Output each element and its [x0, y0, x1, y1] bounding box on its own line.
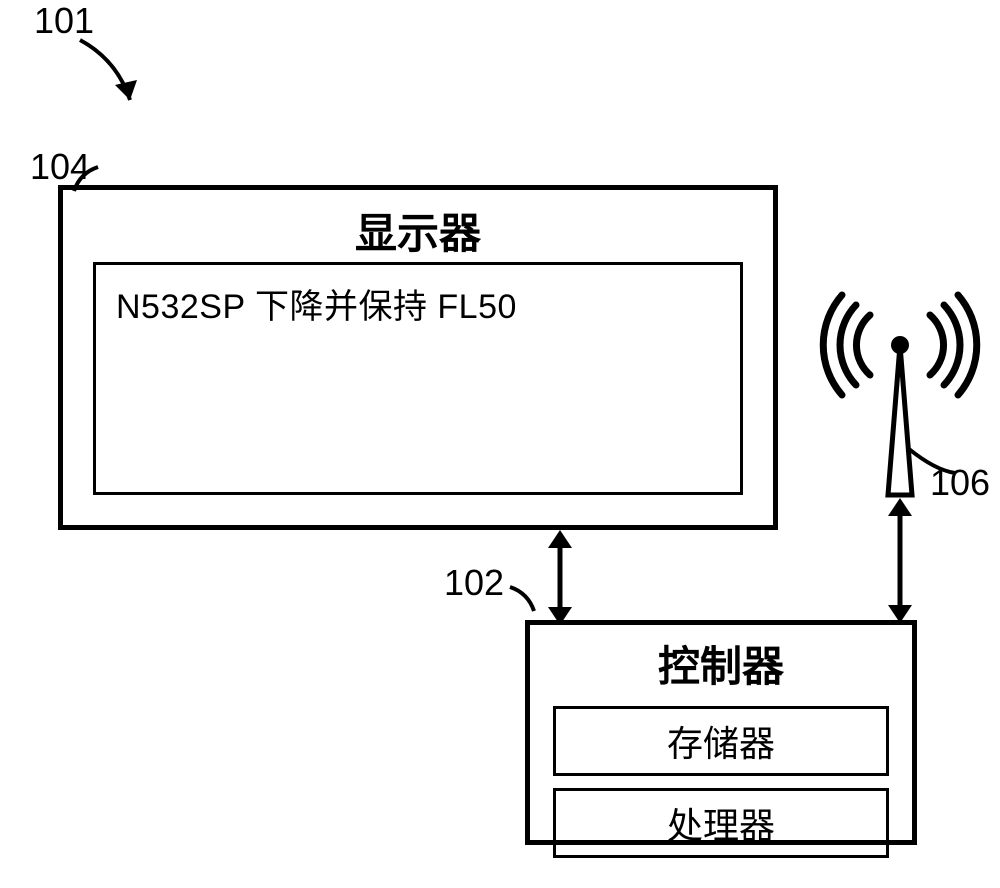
ref-label-102: 102: [444, 562, 504, 604]
display-inner: N532SP 下降并保持 FL50: [93, 262, 743, 495]
display-title: 显示器: [63, 200, 773, 261]
controller-title: 控制器: [530, 633, 912, 694]
arrow-antenna-controller: [880, 498, 920, 623]
diagram-stage: 101 104 显示器 N532SP 下降并保持 FL50 102 控制器 存储…: [0, 0, 1000, 888]
curved-arrow-101: [75, 35, 155, 125]
arrow-display-controller: [540, 530, 580, 625]
memory-box: 存储器: [553, 706, 889, 776]
ref-label-106: 106: [930, 462, 990, 504]
controller-box: 控制器 存储器 处理器: [525, 620, 917, 845]
display-message: N532SP 下降并保持 FL50: [116, 279, 720, 328]
processor-box: 处理器: [553, 788, 889, 858]
display-box: 显示器 N532SP 下降并保持 FL50: [58, 185, 778, 530]
